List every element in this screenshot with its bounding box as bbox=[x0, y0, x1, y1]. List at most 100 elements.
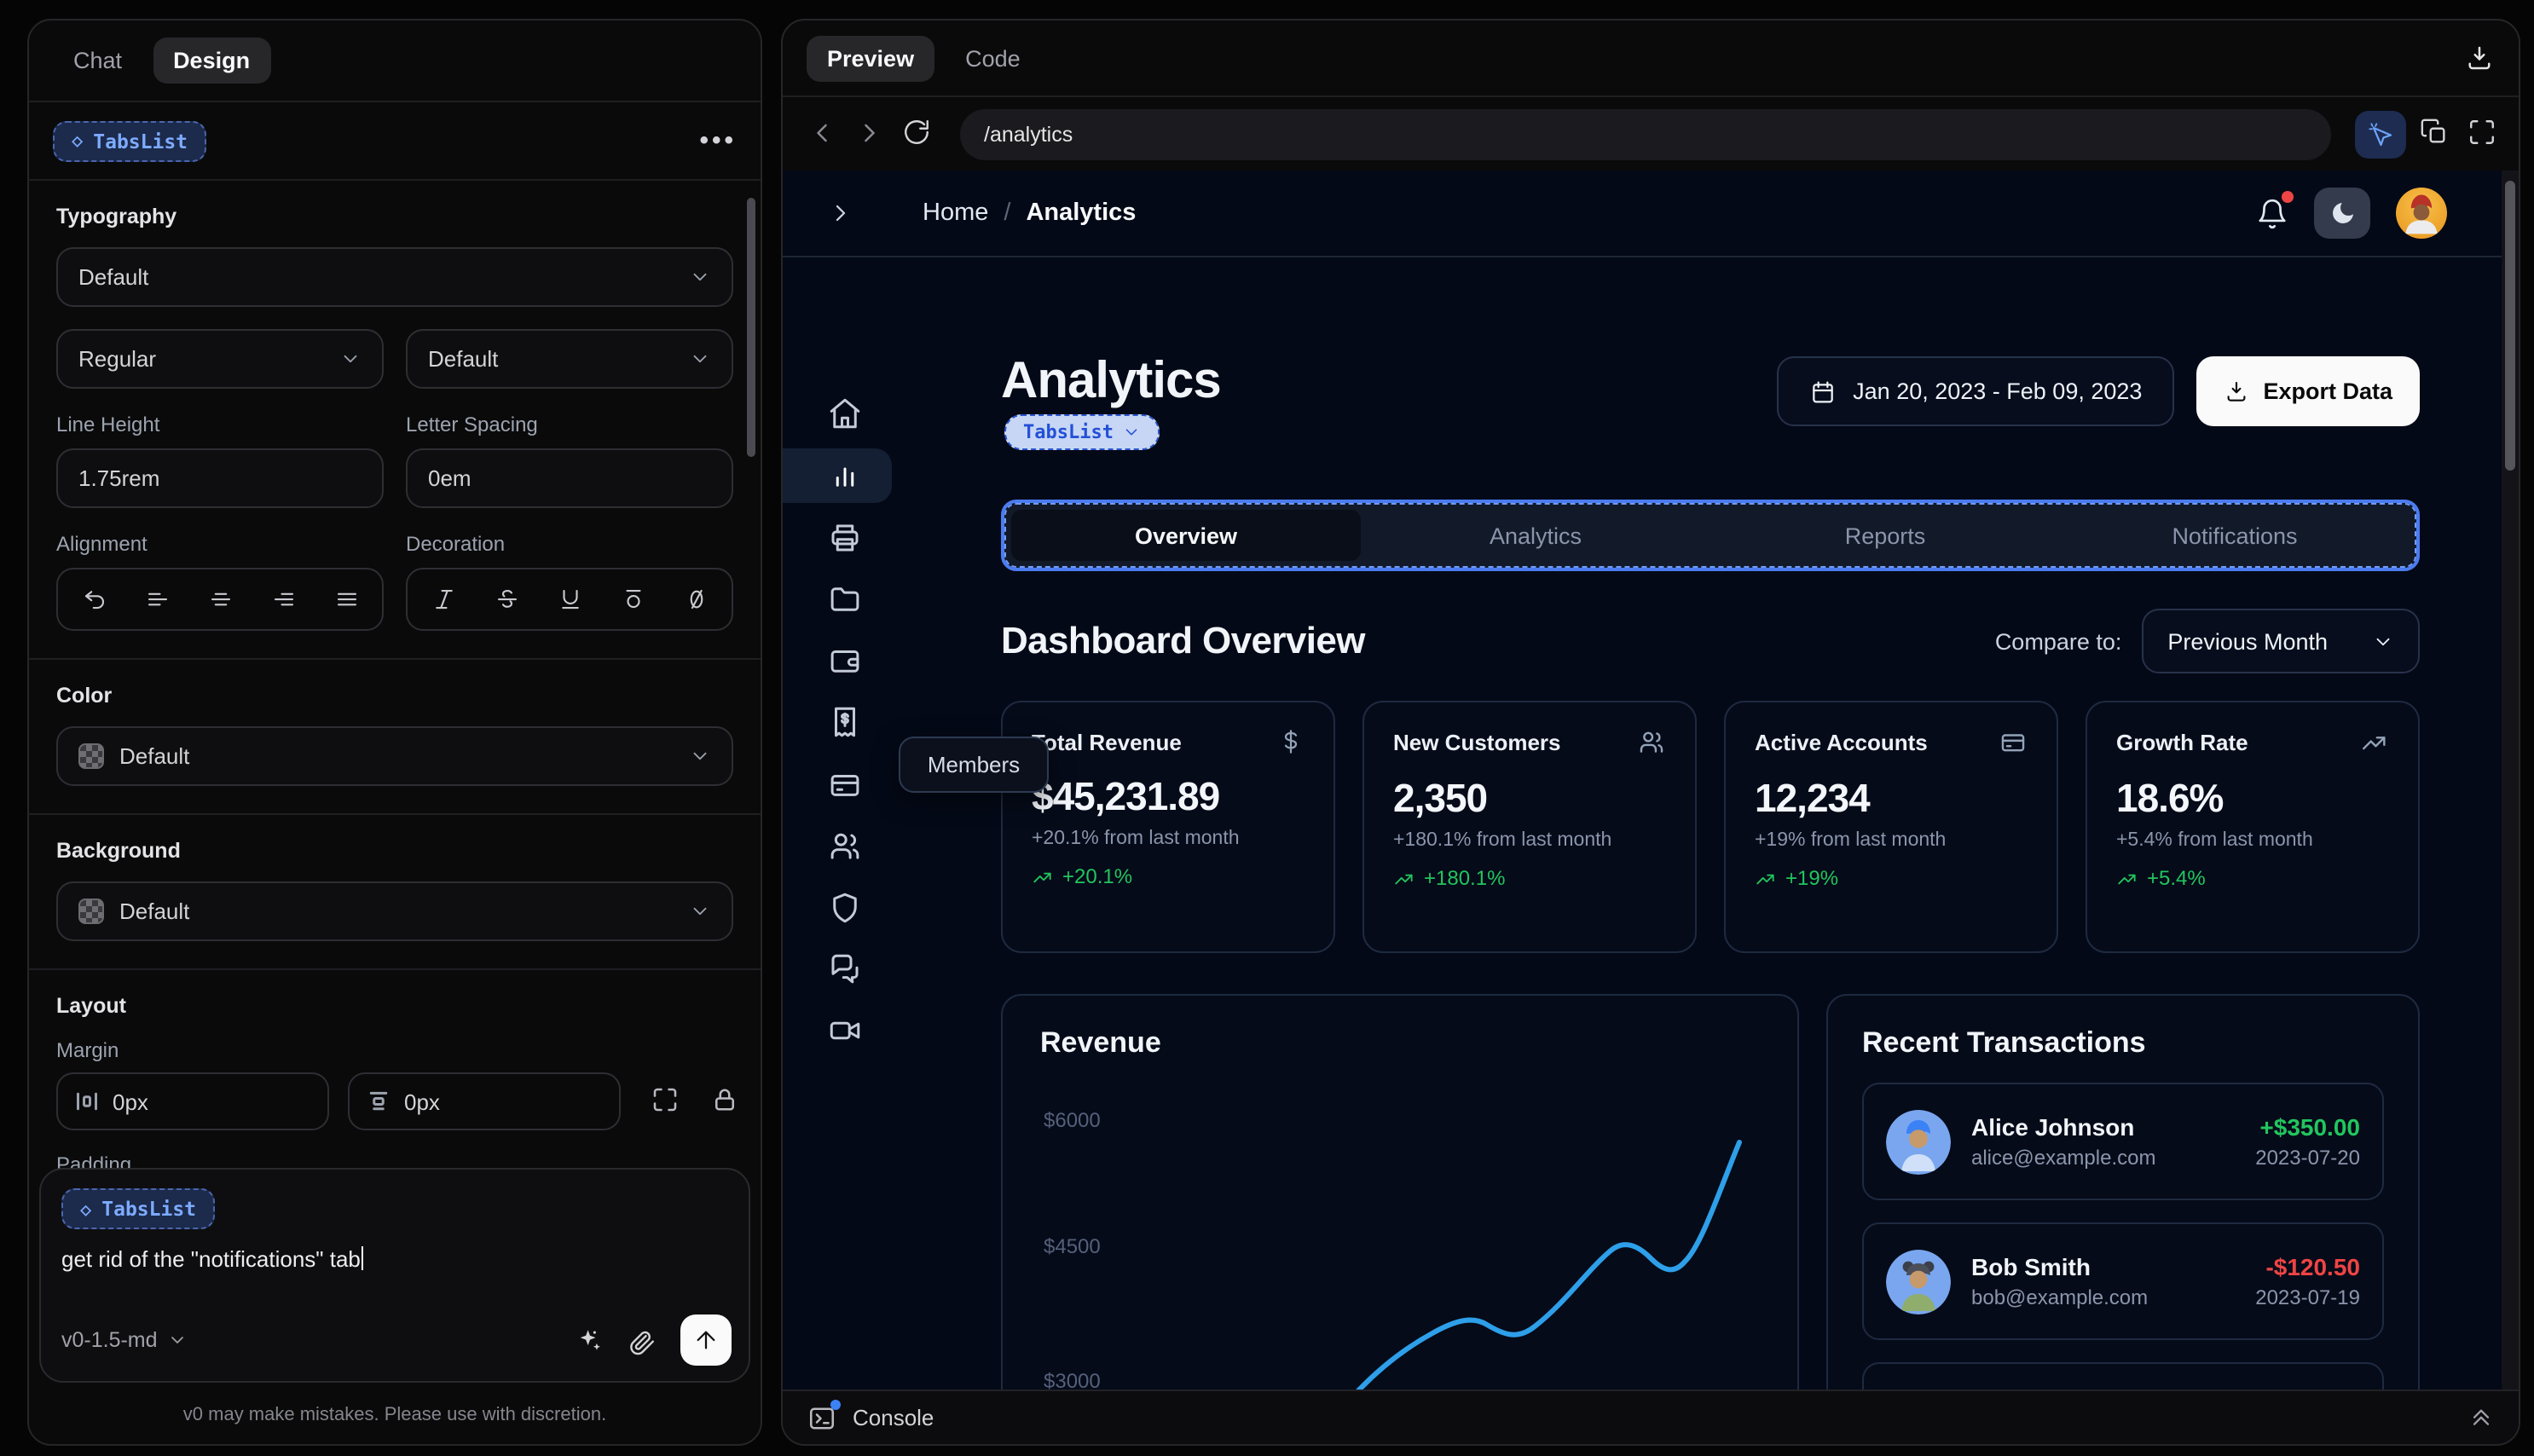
line-height-input[interactable]: 1.75rem bbox=[56, 448, 384, 508]
model-select[interactable]: v0-1.5-md bbox=[61, 1328, 188, 1352]
strikethrough-icon[interactable] bbox=[488, 581, 525, 618]
prompt-input[interactable]: get rid of the "notifications" tab bbox=[61, 1246, 728, 1272]
theme-toggle-button[interactable] bbox=[2314, 188, 2370, 239]
users-icon bbox=[1637, 728, 1666, 757]
transaction-date: 2023-07-19 bbox=[2255, 1286, 2360, 1309]
transaction-row: Alice Johnson alice@example.com +$350.00… bbox=[1862, 1083, 2384, 1200]
console-bar[interactable]: Console bbox=[783, 1390, 2519, 1444]
transaction-row: Bob Smith bob@example.com -$120.50 2023-… bbox=[1862, 1222, 2384, 1340]
tab-code[interactable]: Code bbox=[945, 35, 1041, 81]
italic-icon[interactable] bbox=[425, 581, 462, 618]
prompt-composer[interactable]: ◇ TabsList get rid of the "notifications… bbox=[39, 1168, 750, 1383]
sidebar-item-analytics[interactable] bbox=[820, 450, 868, 498]
preview-panel: Preview Code /analytics Home / Analytics bbox=[781, 19, 2520, 1446]
stat-card-new-customers: New Customers 2,350 +180.1% from last mo… bbox=[1362, 701, 1697, 953]
sidebar-item-messages[interactable] bbox=[820, 945, 868, 992]
dollar-icon bbox=[1277, 728, 1305, 755]
letter-spacing-label: Letter Spacing bbox=[406, 413, 538, 436]
back-icon[interactable] bbox=[807, 117, 841, 151]
more-options-icon[interactable]: ••• bbox=[699, 126, 737, 155]
disclaimer-text: v0 may make mistakes. Please use with di… bbox=[182, 1405, 607, 1425]
url-input[interactable]: /analytics bbox=[960, 108, 2331, 159]
typography-section-label: Typography bbox=[56, 205, 177, 228]
sidebar-expand-icon[interactable] bbox=[827, 199, 854, 227]
expand-frame-icon[interactable] bbox=[650, 1084, 680, 1118]
align-justify-icon[interactable] bbox=[327, 581, 365, 618]
no-decoration-icon[interactable] bbox=[677, 581, 714, 618]
tab-design[interactable]: Design bbox=[153, 38, 271, 84]
sidebar-item-video[interactable] bbox=[820, 1006, 868, 1054]
composer-toolbar: v0-1.5-md bbox=[61, 1314, 732, 1366]
color-select[interactable]: Default bbox=[56, 726, 733, 786]
composer-component-chip[interactable]: ◇ TabsList bbox=[61, 1188, 216, 1229]
selected-component-chip[interactable]: ◇ TabsList bbox=[53, 120, 207, 161]
sidebar-item-security[interactable] bbox=[820, 883, 868, 931]
export-data-button[interactable]: Export Data bbox=[2196, 356, 2420, 426]
download-icon[interactable] bbox=[2464, 43, 2495, 73]
builder-scrollbar[interactable] bbox=[747, 198, 755, 457]
chevron-down-icon bbox=[689, 348, 711, 370]
stat-card-active-accounts: Active Accounts 12,234 +19% from last mo… bbox=[1724, 701, 2058, 953]
inspect-cursor-button[interactable] bbox=[2355, 110, 2406, 158]
breadcrumb: Home / Analytics bbox=[923, 199, 1136, 227]
font-family-select[interactable]: Default bbox=[56, 247, 733, 307]
send-button[interactable] bbox=[680, 1314, 732, 1366]
margin-horizontal-icon bbox=[75, 1089, 99, 1113]
forward-icon[interactable] bbox=[854, 117, 888, 151]
avatar bbox=[1886, 1249, 1951, 1314]
tab-reports[interactable]: Reports bbox=[1710, 510, 2060, 561]
paperclip-icon[interactable] bbox=[628, 1326, 657, 1355]
align-right-icon[interactable] bbox=[264, 581, 302, 618]
builder-header: Chat Design bbox=[29, 20, 761, 102]
margin-vertical-icon bbox=[367, 1089, 391, 1113]
margin-x-input[interactable]: 0px bbox=[56, 1072, 329, 1130]
sidebar-item-cards[interactable] bbox=[820, 760, 868, 808]
tab-overview[interactable]: Overview bbox=[1011, 510, 1361, 561]
line-height-label: Line Height bbox=[56, 413, 160, 436]
color-section-label: Color bbox=[56, 684, 113, 708]
tab-chat[interactable]: Chat bbox=[53, 38, 142, 84]
tab-preview[interactable]: Preview bbox=[807, 35, 935, 81]
font-weight-select[interactable]: Regular bbox=[56, 329, 384, 389]
recent-transactions-card: Recent Transactions Alice Johnson alice@… bbox=[1826, 994, 2420, 1390]
tab-analytics[interactable]: Analytics bbox=[1361, 510, 1710, 561]
sidebar-item-invoices[interactable] bbox=[820, 513, 868, 561]
sparkles-icon[interactable] bbox=[575, 1326, 604, 1355]
underline-icon[interactable] bbox=[551, 581, 588, 618]
lock-icon[interactable] bbox=[709, 1084, 740, 1118]
compare-select[interactable]: Previous Month bbox=[2142, 609, 2420, 673]
background-section-label: Background bbox=[56, 839, 181, 863]
date-range-picker[interactable]: Jan 20, 2023 - Feb 09, 2023 bbox=[1776, 356, 2175, 426]
tab-notifications[interactable]: Notifications bbox=[2060, 510, 2410, 561]
font-size-select[interactable]: Default bbox=[406, 329, 733, 389]
align-left-icon[interactable] bbox=[138, 581, 176, 618]
sidebar-item-home[interactable] bbox=[820, 389, 868, 436]
sidebar-item-wallet[interactable] bbox=[820, 636, 868, 684]
user-avatar[interactable] bbox=[2396, 188, 2447, 239]
background-select[interactable]: Default bbox=[56, 881, 733, 941]
diamond-icon: ◇ bbox=[80, 1198, 92, 1220]
title-component-chip[interactable]: TabsList bbox=[1004, 414, 1160, 450]
trend-up-icon bbox=[2118, 873, 2136, 884]
v0-workspace: Chat Design ◇ TabsList ••• Typography De… bbox=[0, 0, 2534, 1456]
letter-spacing-input[interactable]: 0em bbox=[406, 448, 733, 508]
fullscreen-icon[interactable] bbox=[2467, 117, 2502, 151]
notifications-bell-icon[interactable] bbox=[2256, 190, 2294, 229]
trending-up-icon bbox=[2360, 728, 2389, 757]
copy-icon[interactable] bbox=[2420, 117, 2454, 151]
undo-icon[interactable] bbox=[75, 581, 113, 618]
align-center-icon[interactable] bbox=[201, 581, 239, 618]
preview-scrollbar-track[interactable] bbox=[2502, 170, 2519, 1390]
margin-y-input[interactable]: 0px bbox=[348, 1072, 621, 1130]
chevrons-up-icon[interactable] bbox=[2467, 1404, 2495, 1431]
sidebar-item-members[interactable] bbox=[820, 822, 868, 870]
trend-up-icon bbox=[1033, 871, 1051, 882]
breadcrumb-home[interactable]: Home bbox=[923, 199, 988, 227]
sidebar-item-files[interactable] bbox=[820, 575, 868, 622]
stat-card-total-revenue: Total Revenue $45,231.89 +20.1% from las… bbox=[1001, 701, 1335, 953]
overline-icon[interactable] bbox=[614, 581, 651, 618]
chevron-down-icon bbox=[689, 745, 711, 767]
preview-scrollbar-thumb[interactable] bbox=[2505, 181, 2515, 471]
refresh-icon[interactable] bbox=[902, 117, 936, 151]
sidebar-item-billing[interactable] bbox=[820, 697, 868, 745]
